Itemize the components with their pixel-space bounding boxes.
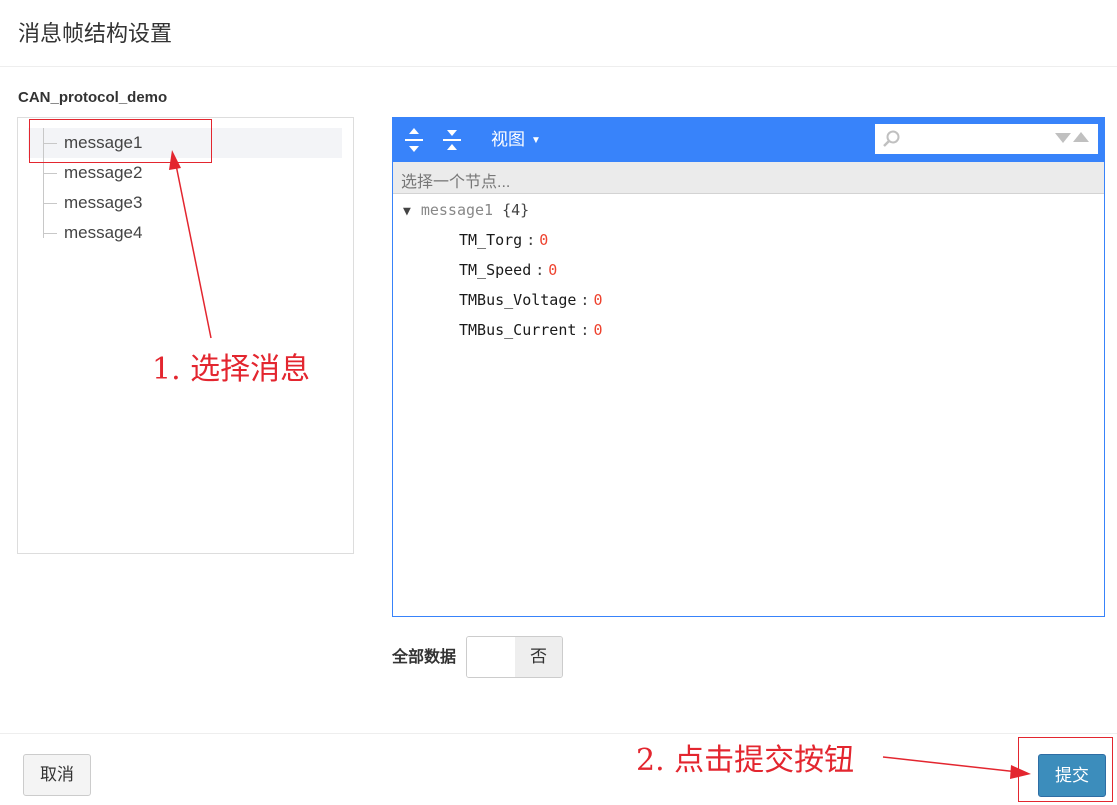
arrow-up-icon bbox=[169, 150, 212, 339]
arrow-right-icon bbox=[882, 756, 1031, 779]
annotation-step1: 1. 选择消息 bbox=[152, 352, 311, 387]
annotation-arrows bbox=[169, 150, 1031, 779]
annotation-step2: 2. 点击提交按钮 bbox=[636, 743, 855, 778]
